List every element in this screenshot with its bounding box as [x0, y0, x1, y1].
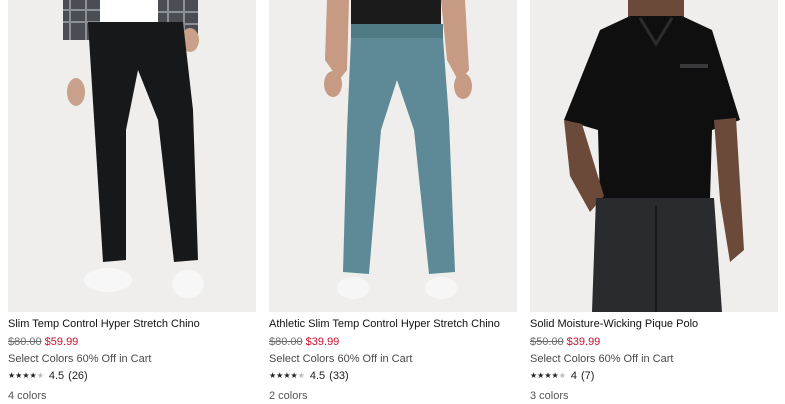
product-card[interactable]: Athletic Slim Temp Control Hyper Stretch…	[269, 0, 517, 404]
star-rating-icon: ★★★★★	[8, 370, 44, 380]
rating: ★★★★★ 4.5 (33)	[269, 370, 349, 382]
rating-value: 4	[570, 370, 577, 382]
rating: ★★★★★ 4.5 (26)	[8, 370, 88, 382]
sale-price: $39.99	[305, 336, 340, 348]
review-count: (33)	[329, 370, 349, 382]
product-card[interactable]: Slim Temp Control Hyper Stretch Chino $8…	[8, 0, 256, 404]
rating-value: 4.5	[48, 370, 65, 382]
black-chino-pants-image	[8, 0, 256, 312]
product-name[interactable]: Solid Moisture-Wicking Pique Polo	[530, 318, 778, 330]
original-price: $50.00	[530, 336, 564, 348]
rating: ★★★★★ 4 (7)	[530, 370, 594, 382]
blue-chino-pants-image	[269, 0, 517, 312]
product-card[interactable]: Solid Moisture-Wicking Pique Polo $50.00…	[530, 0, 778, 404]
color-count[interactable]: 3 colors	[530, 390, 569, 402]
sale-price: $59.99	[44, 336, 79, 348]
color-count[interactable]: 2 colors	[269, 390, 308, 402]
sale-price: $39.99	[566, 336, 601, 348]
promo-text: Select Colors 60% Off in Cart	[8, 353, 152, 365]
black-polo-shirt-image	[530, 0, 778, 312]
product-image[interactable]	[269, 0, 517, 312]
product-image[interactable]	[8, 0, 256, 312]
product-prices: $80.00 $59.99	[8, 336, 78, 348]
product-name[interactable]: Athletic Slim Temp Control Hyper Stretch…	[269, 318, 517, 330]
product-name[interactable]: Slim Temp Control Hyper Stretch Chino	[8, 318, 256, 330]
original-price: $80.00	[269, 336, 303, 348]
promo-text: Select Colors 60% Off in Cart	[269, 353, 413, 365]
original-price: $80.00	[8, 336, 42, 348]
star-rating-icon: ★★★★★	[530, 370, 566, 380]
color-count[interactable]: 4 colors	[8, 390, 47, 402]
promo-text: Select Colors 60% Off in Cart	[530, 353, 674, 365]
product-image[interactable]	[530, 0, 778, 312]
star-rating-icon: ★★★★★	[269, 370, 305, 380]
rating-value: 4.5	[309, 370, 326, 382]
product-prices: $50.00 $39.99	[530, 336, 600, 348]
product-prices: $80.00 $39.99	[269, 336, 339, 348]
review-count: (7)	[580, 370, 595, 382]
review-count: (26)	[68, 370, 88, 382]
